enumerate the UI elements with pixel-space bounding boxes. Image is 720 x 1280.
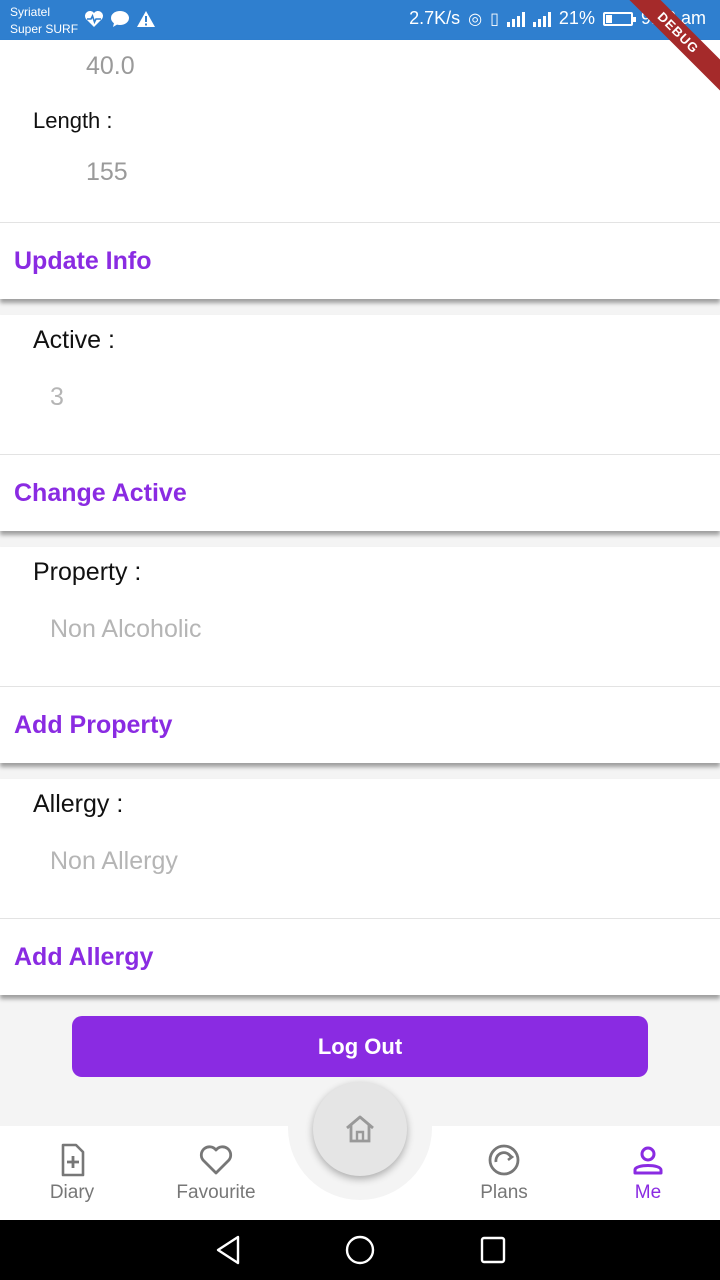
allergy-label: Allergy : (33, 790, 124, 818)
update-info-button[interactable]: Update Info (0, 223, 720, 299)
property-card: Property : Non Alcoholic Add Property (0, 547, 720, 763)
property-label: Property : (33, 558, 142, 586)
nav-diary-label: Diary (49, 1182, 95, 1203)
debug-banner-label: DEBUG (613, 0, 720, 98)
vibrate-icon: ▯ (490, 10, 499, 28)
logout-button[interactable]: Log Out (72, 1016, 648, 1077)
nav-plans-label: Plans (480, 1182, 528, 1203)
system-nav-bar (0, 1220, 720, 1280)
allergy-card: Allergy : Non Allergy Add Allergy (0, 779, 720, 995)
active-label: Active : (33, 326, 115, 354)
property-value: Non Alcoholic (50, 615, 202, 643)
nav-favourite-label: Favourite (176, 1182, 256, 1203)
profile-content[interactable]: 40.0 Length : 155 Update Info Active : 3… (0, 40, 720, 1011)
signal-4g-icon (532, 11, 551, 27)
home-system-icon[interactable] (342, 1233, 378, 1267)
change-active-button[interactable]: Change Active (0, 455, 720, 531)
nav-plans[interactable]: Plans (432, 1126, 576, 1220)
home-icon (346, 1115, 374, 1143)
nav-favourite[interactable]: Favourite (144, 1126, 288, 1220)
battery-percent: 21% (558, 8, 595, 28)
hotspot-icon: ◎ (468, 10, 483, 28)
allergy-value: Non Allergy (50, 847, 178, 875)
length-label: Length : (33, 108, 113, 133)
add-property-button[interactable]: Add Property (0, 687, 720, 763)
nav-me[interactable]: Me (576, 1126, 720, 1220)
notification-icons (84, 10, 156, 28)
person-icon (633, 1146, 663, 1175)
chat-icon (111, 11, 129, 27)
weight-value: 40.0 (86, 52, 135, 80)
active-card: Active : 3 Change Active (0, 315, 720, 531)
add-allergy-button[interactable]: Add Allergy (0, 919, 720, 995)
signal-icon (506, 11, 525, 27)
debug-banner: DEBUG (610, 0, 720, 110)
active-body: Active : 3 (0, 315, 720, 454)
active-value: 3 (50, 383, 64, 411)
carrier: Syriatel Super SURF (10, 4, 78, 38)
diary-icon (61, 1143, 85, 1177)
network-speed: 2.7K/s (409, 8, 461, 28)
nav-diary[interactable]: Diary (0, 1126, 144, 1220)
plans-icon (488, 1144, 520, 1176)
back-icon[interactable] (210, 1233, 246, 1267)
nav-me-label: Me (634, 1182, 662, 1203)
recents-icon[interactable] (475, 1233, 511, 1267)
length-value: 155 (86, 158, 128, 186)
home-button[interactable] (313, 1082, 407, 1176)
heart-icon (199, 1145, 233, 1175)
allergy-body: Allergy : Non Allergy (0, 779, 720, 918)
heart-pulse-icon (85, 11, 103, 27)
property-body: Property : Non Alcoholic (0, 547, 720, 686)
warning-icon (137, 11, 155, 27)
carrier-name: Syriatel (10, 5, 51, 19)
network-name: Super SURF (10, 22, 79, 36)
